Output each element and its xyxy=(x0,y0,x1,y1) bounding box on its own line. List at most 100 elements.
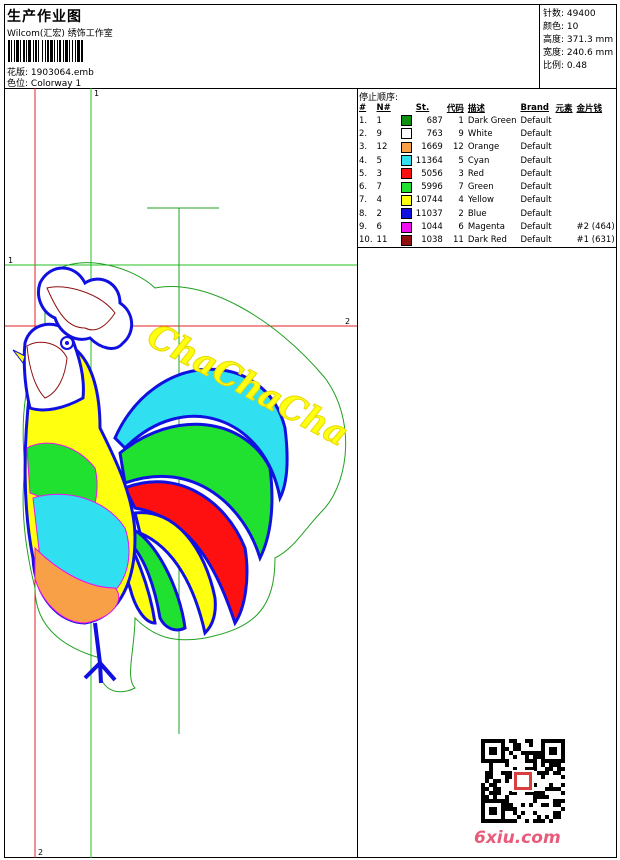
design-preview: 1 1 2 2 ChaChaCha xyxy=(5,88,357,858)
header: 生产作业图 Wilcom(汇宏) 绣饰工作室 花版: 1903064.emb 色… xyxy=(5,4,540,89)
sequence-row: 8. 2 11037 2 Blue Default xyxy=(357,207,617,220)
cell-brand: Default xyxy=(520,128,552,139)
color-swatch-chip xyxy=(400,155,412,167)
element-cell xyxy=(554,180,575,193)
sequence-row: 2. 9 763 9 White Default xyxy=(357,127,617,140)
cell-n: 2 xyxy=(376,208,382,219)
element-cell xyxy=(554,141,575,154)
element-cell xyxy=(554,154,575,167)
sequence-row: 1. 1 687 1 Dark Green Default xyxy=(357,114,617,127)
col-header-description: 描述 xyxy=(467,103,485,114)
cell-code: 2 xyxy=(458,208,464,219)
cell-st: 5996 xyxy=(421,182,443,193)
color-swatch xyxy=(399,194,414,207)
color-swatch xyxy=(399,141,414,154)
cell-st: 1038 xyxy=(421,235,443,246)
cell-desc: White xyxy=(467,128,493,139)
cell-idx: 2. xyxy=(359,128,368,139)
cell-idx: 4. xyxy=(359,155,368,166)
color-swatch-chip xyxy=(400,181,412,193)
sequence-row: 4. 5 11364 5 Cyan Default xyxy=(357,154,617,167)
guide-label-top: 1 xyxy=(94,89,99,98)
cell-extra xyxy=(575,141,617,154)
cell-n: 6 xyxy=(376,222,382,233)
sequence-row: 6. 7 5996 7 Green Default xyxy=(357,180,617,193)
element-cell xyxy=(554,114,575,127)
col-header-needle: N# xyxy=(376,102,391,113)
cell-idx: 10. xyxy=(359,235,373,246)
element-cell xyxy=(554,207,575,220)
cell-idx: 5. xyxy=(359,168,368,179)
color-swatch xyxy=(399,167,414,180)
cell-st: 1044 xyxy=(421,222,443,233)
cell-st: 11037 xyxy=(415,208,443,219)
color-swatch xyxy=(399,234,414,247)
element-cell xyxy=(554,220,575,233)
col-header-brand: Brand xyxy=(520,102,550,113)
cell-extra xyxy=(575,180,617,193)
cell-brand: Default xyxy=(520,208,552,219)
guide-label-right: 2 xyxy=(345,317,350,326)
cell-code: 9 xyxy=(458,128,464,139)
stat-colors: 颜色: 10 xyxy=(543,22,579,32)
stat-width: 宽度: 240.6 mm xyxy=(543,48,614,58)
color-swatch-chip xyxy=(400,128,412,140)
cell-n: 9 xyxy=(376,128,382,139)
cell-n: 11 xyxy=(376,235,388,246)
sequence-row: 3. 12 1669 12 Orange Default xyxy=(357,141,617,154)
col-header-swatch xyxy=(399,101,414,114)
cell-desc: Cyan xyxy=(467,155,490,166)
cell-n: 5 xyxy=(376,155,382,166)
cell-desc: Blue xyxy=(467,208,487,219)
cell-desc: Yellow xyxy=(467,195,495,206)
cell-code: 5 xyxy=(458,155,464,166)
cell-n: 12 xyxy=(376,142,388,153)
cell-idx: 9. xyxy=(359,222,368,233)
watermark-logo: 6xiu.com xyxy=(474,828,561,848)
cell-brand: Default xyxy=(520,195,552,206)
col-header-sequin: 金片钱 xyxy=(576,103,603,114)
stats-panel: 针数: 49400 颜色: 10 高度: 371.3 mm 宽度: 240.6 … xyxy=(539,4,618,88)
cell-n: 1 xyxy=(376,115,382,126)
qr-code xyxy=(480,738,566,824)
cell-desc: Dark Green xyxy=(467,115,517,126)
cell-n: 3 xyxy=(376,168,382,179)
element-cell xyxy=(554,194,575,207)
barcode xyxy=(8,40,120,62)
col-header-stitches: St. xyxy=(415,102,430,113)
sequence-row: 5. 3 5056 3 Red Default xyxy=(357,167,617,180)
cell-idx: 1. xyxy=(359,115,368,126)
color-swatch-chip xyxy=(400,115,412,127)
cell-idx: 3. xyxy=(359,142,368,153)
cell-code: 1 xyxy=(458,115,464,126)
color-swatch xyxy=(399,114,414,127)
color-swatch-chip xyxy=(400,141,412,153)
color-swatch xyxy=(399,180,414,193)
rooster-legs xyxy=(83,622,117,684)
cell-code: 12 xyxy=(453,142,464,153)
guide-label-bottom: 2 xyxy=(38,848,43,857)
cell-desc: Magenta xyxy=(467,222,505,233)
cell-brand: Default xyxy=(520,235,552,246)
cell-extra xyxy=(575,167,617,180)
cell-code: 7 xyxy=(458,182,464,193)
element-cell xyxy=(554,167,575,180)
sequence-row: 10. 11 1038 11 Dark Red Default #1 (631) xyxy=(357,234,617,247)
sequence-table: # N# St. 代码 描述 Brand 元素 金片钱 1. 1 687 1 Dark … xyxy=(357,101,617,247)
cell-n: 4 xyxy=(376,195,382,206)
cell-extra xyxy=(575,127,617,140)
cell-extra xyxy=(575,194,617,207)
color-swatch xyxy=(399,207,414,220)
guide-label-left: 1 xyxy=(8,256,13,265)
col-header-index: # xyxy=(359,102,367,113)
cell-brand: Default xyxy=(520,155,552,166)
color-swatch xyxy=(399,154,414,167)
color-swatch xyxy=(399,220,414,233)
cell-n: 7 xyxy=(376,182,382,193)
cell-st: 763 xyxy=(426,128,443,139)
cell-brand: Default xyxy=(520,142,552,153)
cell-desc: Red xyxy=(467,168,484,179)
stat-stitches: 针数: 49400 xyxy=(543,9,596,19)
cell-code: 3 xyxy=(458,168,464,179)
cell-idx: 8. xyxy=(359,208,368,219)
